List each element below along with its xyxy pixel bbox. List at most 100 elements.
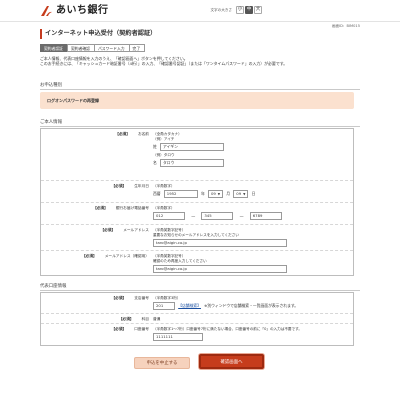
font-size-medium-button[interactable]: 中 — [245, 6, 253, 14]
required-mark: 【必須】 — [111, 184, 127, 188]
birth-year-input[interactable]: 1952 — [163, 190, 198, 198]
section-heading-account: 代表口座情報 — [40, 283, 360, 291]
required-mark: 【必須】 — [118, 317, 134, 321]
site-header: あいち銀行 文字の大きさ 小 中 大 — [0, 0, 400, 22]
cancel-application-button[interactable]: 申込を中止する — [134, 357, 190, 369]
email-confirm-label: 【必須】 メールアドレス（確認用） — [41, 254, 149, 259]
birth-day-value: 09 — [236, 191, 242, 196]
font-size-large-button[interactable]: 大 — [254, 6, 262, 14]
phone-dash: — — [239, 213, 244, 219]
personal-info-form: 【必須】 お名前 （全角カタカナ） （例）アイチ 姓 アイギン （例）タロウ 名 … — [40, 128, 354, 276]
branch-hint: （半角数字3桁） — [153, 296, 181, 300]
email-confirm-hint-detail: 確認のため再度入力してください — [153, 259, 207, 263]
account-number-label-text: 口座番号 — [134, 327, 149, 331]
branch-fields: （半角数字3桁） 201 【店舗検索】 ※別ウィンドウで店舗検索・一覧画面が表示… — [153, 296, 300, 310]
day-unit: 日 — [251, 190, 256, 196]
account-type-value: 普通 — [153, 317, 161, 321]
bank-logo[interactable]: あいち銀行 — [40, 5, 109, 18]
row-branch: 【必須】 支店番号 （半角数字3桁） 201 【店舗検索】 ※別ウィンドウで店舗検… — [41, 293, 353, 314]
required-mark: 【必須】 — [111, 296, 127, 300]
phone-part2-input[interactable]: 345 — [201, 212, 234, 220]
font-size-switcher: 文字の大きさ 小 中 大 — [210, 6, 262, 14]
name-fields: （全角カタカナ） （例）アイチ 姓 アイギン （例）タロウ 名 タロウ — [153, 132, 224, 167]
branch-search-link[interactable]: 【店舗検索】 — [178, 303, 201, 309]
row-birthday: 【必須】 生年月日 （半角数字） 西暦 1952 年 09 ▼ 月 09 ▼ 日 — [41, 181, 353, 203]
screen-id: 画面ID：BIM015 — [331, 24, 360, 28]
applicant-type-value: ログオンパスワードの再登録 — [47, 98, 99, 103]
section-heading-applicant-type: お申込種別 — [40, 82, 360, 90]
progress-steps: 契約者認証 契約者確認 パスワード入力 完了 — [40, 44, 146, 52]
month-unit: 月 — [226, 190, 231, 196]
phone-fields: （半角数字） 012 — 345 — 6789 — [153, 206, 282, 220]
email-confirm-input[interactable]: taro@aigin.co.jp — [153, 265, 287, 273]
last-name-input[interactable]: アイギン — [159, 143, 224, 151]
birthday-label: 【必須】 生年月日 — [41, 184, 150, 189]
chevron-down-icon: ▼ — [217, 192, 221, 196]
sei-prefix: 姓 — [153, 143, 157, 149]
account-type-label: 【必須】 科目 — [41, 317, 149, 322]
first-name-input[interactable]: タロウ — [159, 159, 224, 167]
branch-label-text: 支店番号 — [134, 296, 149, 300]
birth-month-value: 09 — [210, 191, 216, 196]
step-current: 契約者認証 — [40, 44, 68, 52]
row-account-number: 【必須】 口座番号 （半角数字1〜7桁）口座番号7桁に満たない場合、口座番号の前に… — [41, 324, 353, 347]
font-size-small-button[interactable]: 小 — [236, 6, 244, 14]
name-label-text: お名前 — [137, 132, 149, 136]
required-mark: 【必須】 — [111, 327, 127, 331]
account-number-hint: （半角数字1〜7桁）口座番号7桁に満たない場合、口座番号の前に「0」の入力は不要… — [153, 327, 302, 331]
step-item: 完了 — [128, 44, 146, 52]
intro-line: このお手続きには、「キャッシュカード暗証番号（4桁）」の入力、「確認番号認証」（… — [40, 61, 288, 67]
phone-label: 【必須】 銀行お届け電話番号 — [41, 206, 149, 211]
sei-example: （例）アイチ — [153, 137, 175, 141]
required-mark: 【必須】 — [93, 206, 108, 210]
applicant-type-box: ログオンパスワードの再登録 — [40, 92, 354, 109]
email-input[interactable]: taro@aigin.co.jp — [153, 239, 287, 247]
birth-month-select[interactable]: 09 ▼ — [207, 190, 224, 198]
row-name: 【必須】 お名前 （全角カタカナ） （例）アイチ 姓 アイギン （例）タロウ 名 … — [41, 129, 353, 181]
birthday-fields: （半角数字） 西暦 1952 年 09 ▼ 月 09 ▼ 日 — [153, 184, 257, 198]
page-title: インターネット申込受付（契約者認証） — [40, 29, 360, 39]
email-fields: （半角英数字記号） 重要なお知らせのメールアドレスを入力してください taro@… — [153, 228, 287, 247]
phone-label-text: 銀行お届け電話番号 — [115, 206, 149, 210]
birthday-hint: （半角数字） — [153, 184, 175, 188]
row-phone: 【必須】 銀行お届け電話番号 （半角数字） 012 — 345 — 6789 — [41, 203, 353, 225]
year-unit: 年 — [200, 190, 205, 196]
phone-part3-input[interactable]: 6789 — [249, 212, 282, 220]
bank-logo-icon — [40, 5, 53, 17]
step-item: パスワード入力 — [93, 44, 130, 52]
section-heading-personal: ご本人情報 — [40, 119, 360, 127]
mei-example: （例）タロウ — [153, 153, 175, 157]
name-label: 【必須】 お名前 — [41, 132, 149, 137]
row-account-type: 【必須】 科目 普通 — [41, 314, 353, 324]
required-mark: 【必須】 — [115, 132, 130, 136]
email-label-text: メールアドレス — [123, 228, 149, 232]
bank-name: あいち銀行 — [56, 5, 109, 16]
chevron-down-icon: ▼ — [243, 192, 246, 196]
mei-prefix: 名 — [153, 159, 157, 165]
email-confirm-fields: （半角英数字記号） 確認のため再度入力してください taro@aigin.co.… — [153, 254, 287, 273]
phone-hint: （半角数字） — [153, 206, 175, 210]
account-number-input[interactable]: 1111111 — [153, 333, 203, 341]
account-type-label-text: 科目 — [141, 317, 149, 321]
intro-text: ご本人情報、代表口座情報を入力のうえ、「確認画面へ」ボタンを押してください。 こ… — [40, 56, 360, 67]
phone-dash: — — [191, 213, 196, 219]
font-size-label: 文字の大きさ — [210, 7, 232, 12]
birth-day-select[interactable]: 09 ▼ — [233, 190, 249, 198]
branch-label: 【必須】 支店番号 — [41, 296, 150, 301]
email-label: 【必須】 メールアドレス — [41, 228, 149, 233]
email-hint-detail: 重要なお知らせのメールアドレスを入力してください — [153, 233, 239, 237]
era-label: 西暦 — [153, 190, 161, 196]
required-mark: 【必須】 — [100, 228, 116, 232]
required-mark: 【必須】 — [82, 254, 97, 258]
email-confirm-label-text: メールアドレス（確認用） — [104, 254, 149, 258]
branch-number-input[interactable]: 201 — [153, 302, 175, 310]
account-info-form: 【必須】 支店番号 （半角数字3桁） 201 【店舗検索】 ※別ウィンドウで店舗検… — [40, 292, 354, 346]
step-item: 契約者確認 — [66, 44, 95, 52]
go-to-confirm-button[interactable]: 確認画面へ — [199, 354, 264, 369]
birthday-label-text: 生年月日 — [134, 184, 149, 188]
branch-search-note: ※別ウィンドウで店舗検索・一覧画面が表示されます。 — [204, 302, 299, 308]
phone-part1-input[interactable]: 012 — [153, 212, 185, 220]
row-email-confirm: 【必須】 メールアドレス（確認用） （半角英数字記号） 確認のため再度入力してくだ… — [41, 251, 353, 277]
account-number-label: 【必須】 口座番号 — [41, 327, 150, 332]
account-number-fields: （半角数字1〜7桁）口座番号7桁に満たない場合、口座番号の前に「0」の入力は不要… — [153, 327, 302, 341]
